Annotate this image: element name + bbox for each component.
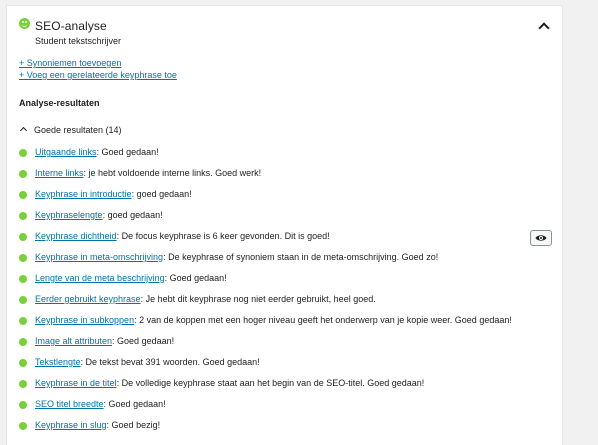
good-bullet-icon [19,212,27,220]
good-results-label: Goede resultaten (14) [34,125,122,135]
result-text: : Goed gedaan! [103,399,166,409]
result-link[interactable]: Interne links [35,168,84,178]
good-bullet-icon [19,317,27,325]
add-related-keyphrase-link[interactable]: + Voeg een gerelateerde keyphrase toe [19,70,177,80]
result-text: : De focus keyphrase is 6 keer gevonden.… [116,231,330,241]
result-link[interactable]: Eerder gebruikt keyphrase [35,294,141,304]
result-link[interactable]: Keyphrase in introductie [35,189,132,199]
result-item: Keyphraselengte: goed gedaan! [7,208,562,229]
good-bullet-icon [19,191,27,199]
result-text: : Goed gedaan! [164,273,227,283]
result-text: : De tekst bevat 391 woorden. Goed gedaa… [80,357,260,367]
result-item: Keyphrase dichtheid: De focus keyphrase … [7,229,562,250]
result-text: : goed gedaan! [102,210,163,220]
result-text: : Je hebt dit keyphrase nog niet eerder … [140,294,376,304]
result-link[interactable]: Keyphrase in subkoppen [35,315,134,325]
result-link[interactable]: Image alt attributen [35,336,112,346]
good-bullet-icon [19,380,27,388]
result-item: Lengte van de meta beschrijving: Goed ge… [7,271,562,292]
result-item: Interne links: je hebt voldoende interne… [7,166,562,187]
result-item: Tekstlengte: De tekst bevat 391 woorden.… [7,355,562,376]
result-text: : Goed gedaan! [112,336,175,346]
result-item: Eerder gebruikt keyphrase: Je hebt dit k… [7,292,562,313]
good-bullet-icon [19,338,27,346]
highlight-keyphrase-button[interactable] [530,230,552,246]
result-item: Keyphrase in de titel: De volledige keyp… [7,376,562,397]
result-text: : goed gedaan! [131,189,192,199]
good-bullet-icon [19,233,27,241]
result-text: : 2 van de koppen met een hoger niveau g… [134,315,512,325]
result-link[interactable]: Keyphrase dichtheid [35,231,117,241]
result-item: SEO titel breedte: Goed gedaan! [7,397,562,418]
eye-icon [535,235,547,241]
result-item: Keyphrase in meta-omschrijving: De keyph… [7,250,562,271]
result-link[interactable]: Lengte van de meta beschrijving [35,273,165,283]
add-synonyms-link[interactable]: + Synoniemen toevoegen [19,58,121,68]
panel-title: SEO-analyse [35,19,107,33]
seo-analysis-header[interactable]: SEO-analyse Student tekstschrijver [7,6,562,54]
result-item: Keyphrase in introductie: goed gedaan! [7,187,562,208]
good-bullet-icon [19,170,27,178]
good-bullet-icon [19,149,27,157]
good-bullet-icon [19,401,27,409]
analysis-results-heading: Analyse-resultaten [19,98,100,108]
result-text: : De volledige keyphrase staat aan het b… [116,378,425,388]
result-link[interactable]: Keyphrase in meta-omschrijving [35,252,163,262]
result-text: : De keyphrase of synoniem staan in de m… [163,252,439,262]
result-link[interactable]: Keyphraselengte [35,210,103,220]
result-item: Keyphrase in slug: Goed bezig! [7,418,562,439]
good-bullet-icon [19,359,27,367]
good-bullet-icon [19,275,27,283]
result-link[interactable]: Tekstlengte [35,357,81,367]
smiley-good-icon [19,18,30,29]
good-bullet-icon [19,254,27,262]
seo-analysis-panel: SEO-analyse Student tekstschrijver + Syn… [6,5,563,445]
results-list: Uitgaande links: Goed gedaan! Interne li… [7,145,562,439]
panel-subtitle: Student tekstschrijver [35,36,122,46]
result-link[interactable]: Keyphrase in slug [35,420,107,430]
result-link[interactable]: Uitgaande links [35,147,97,157]
result-item: Uitgaande links: Goed gedaan! [7,145,562,166]
good-bullet-icon [19,422,27,430]
result-text: : Goed gedaan! [96,147,159,157]
result-item: Image alt attributen: Goed gedaan! [7,334,562,355]
chevron-up-icon[interactable] [538,22,550,34]
good-bullet-icon [19,296,27,304]
result-link[interactable]: SEO titel breedte [35,399,104,409]
result-item: Keyphrase in subkoppen: 2 van de koppen … [7,313,562,334]
chevron-up-icon [19,126,28,135]
result-link[interactable]: Keyphrase in de titel [35,378,117,388]
result-text: : je hebt voldoende interne links. Goed … [83,168,262,178]
result-text: : Goed bezig! [106,420,161,430]
